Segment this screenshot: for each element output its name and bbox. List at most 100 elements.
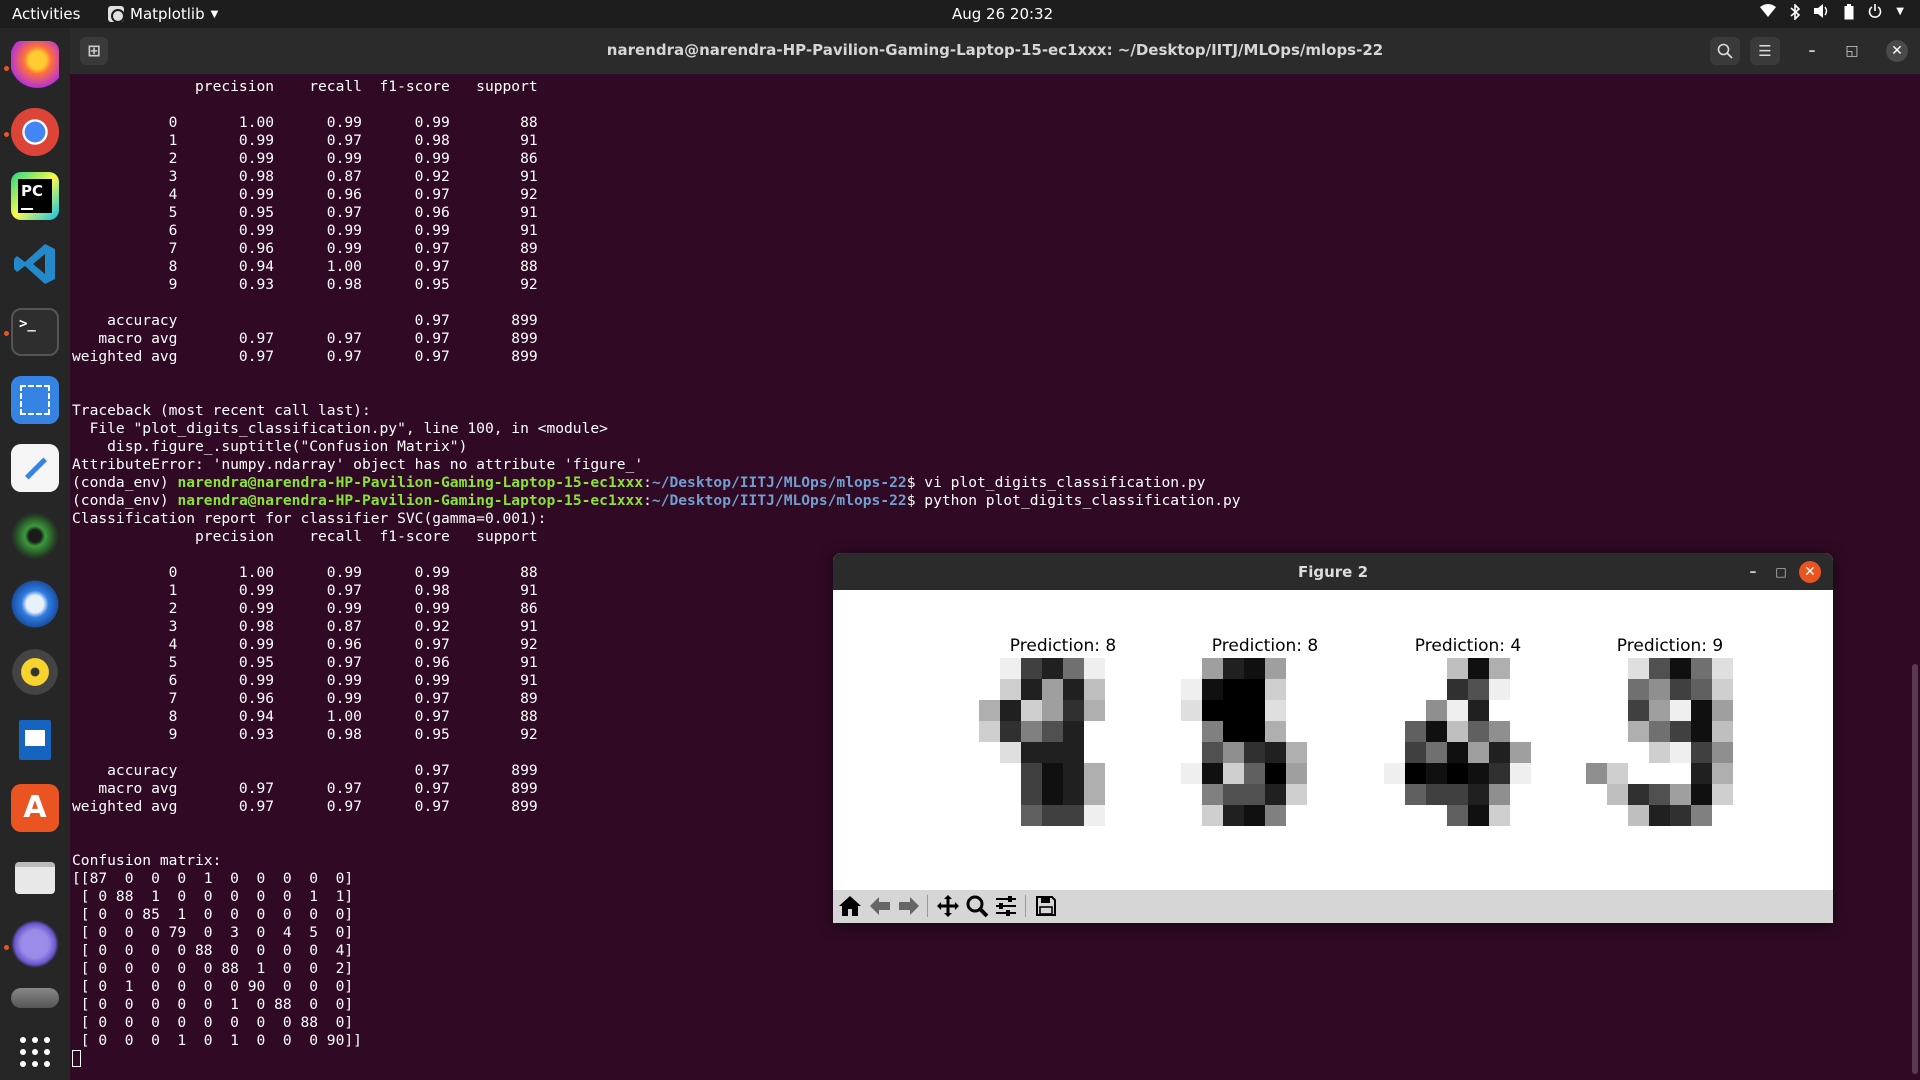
network-icon[interactable] [11, 920, 59, 968]
digit-pixel [1691, 658, 1712, 679]
digit-pixel [1126, 805, 1147, 826]
digit-pixel [1586, 721, 1607, 742]
terminal-line: accuracy 0.97 899 [72, 312, 538, 329]
digit-pixel [1126, 763, 1147, 784]
digit-pixel [1181, 700, 1202, 721]
app-menu[interactable]: Matplotlib ▼ [108, 5, 218, 23]
digit-pixel [1021, 805, 1042, 826]
digit-pixel [1447, 700, 1468, 721]
digit-pixel [1531, 679, 1552, 700]
digit-pixel [1607, 658, 1628, 679]
figure-titlebar[interactable]: Figure 2 – □ ✕ [833, 553, 1833, 590]
digit-pixel [1426, 763, 1447, 784]
search-button[interactable] [1710, 37, 1740, 65]
toolbar-separator [1025, 895, 1026, 917]
minimize-button[interactable]: – [1743, 562, 1763, 582]
digit-pixel [1384, 721, 1405, 742]
digit-pixel [1510, 700, 1531, 721]
files-icon[interactable] [11, 852, 59, 900]
digit-pixel [1712, 679, 1733, 700]
digit-pixel [979, 721, 1000, 742]
prediction-label: Prediction: 9 [1616, 636, 1724, 656]
screenshot-icon[interactable] [11, 376, 59, 424]
digit-pixel [1307, 679, 1328, 700]
maximize-button[interactable]: □ [1771, 562, 1791, 582]
text-editor-icon[interactable] [11, 444, 59, 492]
activities-button[interactable]: Activities [12, 5, 80, 23]
digit-pixel [1531, 742, 1552, 763]
close-button[interactable]: ✕ [1799, 561, 1821, 583]
digit-pixel [1307, 805, 1328, 826]
digit-pixel [1084, 700, 1105, 721]
thunderbird-icon[interactable] [11, 580, 59, 628]
digit-pixel [1510, 721, 1531, 742]
digit-pixel [1447, 658, 1468, 679]
chrome-icon[interactable] [11, 108, 59, 156]
close-button[interactable]: ✕ [1886, 40, 1908, 62]
scrollbar-thumb[interactable] [1912, 664, 1918, 1074]
software-icon[interactable]: A [11, 784, 59, 832]
firefox-icon[interactable] [11, 41, 59, 89]
digit-pixel [1586, 742, 1607, 763]
matplotlib-icon [108, 6, 125, 23]
digit-pixel [1286, 784, 1307, 805]
digit-pixel [1063, 784, 1084, 805]
digit-pixel [1021, 700, 1042, 721]
webcam-icon[interactable] [11, 512, 59, 560]
digit-pixel [1586, 763, 1607, 784]
digit-pixel [1126, 679, 1147, 700]
writer-icon[interactable] [11, 716, 59, 764]
digit-pixel [1328, 742, 1349, 763]
pan-icon[interactable] [935, 894, 961, 920]
show-applications-icon[interactable] [11, 1028, 59, 1076]
home-icon[interactable] [837, 894, 863, 920]
hamburger-menu-button[interactable]: ☰ [1750, 37, 1780, 65]
digit-pixel [1531, 805, 1552, 826]
configure-subplots-icon[interactable] [993, 894, 1019, 920]
digit-pixel [1000, 679, 1021, 700]
digit-pixel [1021, 721, 1042, 742]
system-tray[interactable]: ▼ [1760, 3, 1904, 24]
digit-pixel [1202, 742, 1223, 763]
terminal-line: 2 0.99 0.99 0.99 86 [72, 150, 538, 167]
clock[interactable]: Aug 26 20:32 [952, 5, 1053, 23]
top-bar: Activities Matplotlib ▼ Aug 26 20:32 ▼ [0, 0, 1920, 28]
digit-pixel [1328, 700, 1349, 721]
terminal-line: Classification report for classifier SVC… [72, 510, 547, 527]
save-icon[interactable] [1033, 894, 1059, 920]
prompt-line: (conda_env) narendra@narendra-HP-Pavilio… [72, 492, 1241, 509]
pycharm-icon[interactable]: PC [11, 172, 59, 220]
rhythmbox-icon[interactable] [11, 648, 59, 696]
figure-canvas[interactable]: Prediction: 8 Prediction: 8 Prediction: … [833, 590, 1833, 890]
zoom-icon[interactable] [964, 894, 990, 920]
digit-pixel [1607, 700, 1628, 721]
digit-pixel [1426, 784, 1447, 805]
digit-pixel [1265, 763, 1286, 784]
back-icon[interactable] [867, 894, 893, 920]
maximize-button[interactable]: ◱ [1842, 41, 1862, 61]
forward-icon[interactable] [896, 894, 922, 920]
digit-pixel [1223, 721, 1244, 742]
digit-pixel [1712, 721, 1733, 742]
terminal-titlebar[interactable]: ⊞ narendra@narendra-HP-Pavilion-Gaming-L… [70, 28, 1920, 74]
digit-pixel [1426, 721, 1447, 742]
digit-pixel [1405, 763, 1426, 784]
terminal-icon[interactable]: >_ [11, 308, 59, 356]
digit-pixel [1307, 658, 1328, 679]
digit-pixel [1510, 784, 1531, 805]
terminal-line: precision recall f1-score support [72, 78, 538, 95]
vscode-icon[interactable] [11, 240, 59, 288]
digit-pixel [1202, 679, 1223, 700]
figure-window[interactable]: Figure 2 – □ ✕ Prediction: 8 Prediction:… [833, 553, 1833, 923]
digit-pixel [1244, 763, 1265, 784]
minimize-button[interactable]: – [1802, 41, 1822, 61]
terminal-line: 3 0.98 0.87 0.92 91 [72, 168, 538, 185]
digit-pixel [1531, 721, 1552, 742]
running-indicator [4, 66, 9, 71]
digit-pixel [1586, 700, 1607, 721]
digit-pixel [1733, 784, 1754, 805]
digit-pixel [1223, 784, 1244, 805]
digit-pixel [1586, 679, 1607, 700]
disk-usage-icon[interactable] [11, 988, 59, 1008]
